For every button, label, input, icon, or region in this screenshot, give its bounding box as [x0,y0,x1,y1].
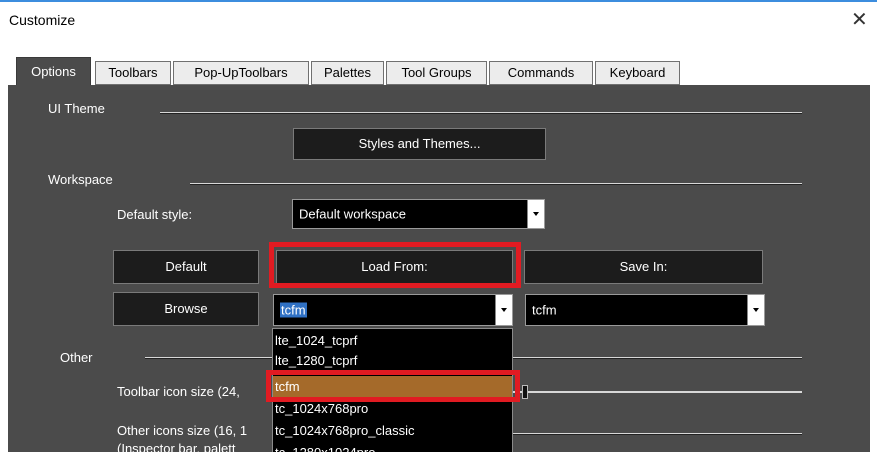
chevron-down-icon[interactable] [527,200,544,228]
title-bar: Customize ✕ [0,0,877,46]
list-item[interactable]: lte_1024_tcprf [275,333,357,348]
tab-popup-toolbars[interactable]: Pop-UpToolbars [173,61,309,85]
styles-and-themes-button[interactable]: Styles and Themes... [293,128,546,160]
tab-label: Commands [507,65,575,80]
other-divider-right [513,357,802,359]
tab-tool-groups[interactable]: Tool Groups [386,61,487,85]
ui-theme-divider [160,112,802,114]
load-from-highlight [269,242,521,288]
inspector-bar-label: (Inspector bar, palett [117,441,236,456]
close-icon[interactable]: ✕ [851,10,868,30]
slider-thumb[interactable] [522,385,528,399]
other-divider [145,357,272,359]
tab-options[interactable]: Options [16,57,91,86]
load-from-value: tcfm [280,302,307,318]
list-item[interactable]: tc_1024x768pro [275,401,368,416]
default-style-select[interactable]: Default workspace [292,199,545,229]
tab-label: Options [31,64,76,79]
default-button[interactable]: Default [113,250,259,284]
save-in-value: tcfm [532,302,557,318]
other-heading: Other [60,350,93,365]
save-in-button[interactable]: Save In: [524,250,763,284]
tcfm-highlight [266,370,520,402]
tab-commands[interactable]: Commands [489,61,593,85]
toolbar-icon-size-label: Toolbar icon size (24, [117,384,240,399]
chevron-down-icon[interactable] [495,295,512,325]
workspace-heading: Workspace [48,172,113,187]
tab-toolbars[interactable]: Toolbars [95,61,171,85]
tab-keyboard[interactable]: Keyboard [595,61,680,85]
tab-palettes[interactable]: Palettes [311,61,384,85]
workspace-divider [190,183,802,185]
tab-label: Toolbars [108,65,158,80]
save-in-select[interactable]: tcfm [525,294,765,326]
default-style-label: Default style: [117,207,193,222]
other-icons-size-label: Other icons size (16, 1 [117,423,248,438]
list-item[interactable]: tc_1280x1024pro [275,445,375,452]
toolbar-icon-size-slider[interactable] [513,391,802,393]
tab-label: Palettes [324,65,371,80]
tab-label: Pop-UpToolbars [194,65,288,80]
list-item[interactable]: tc_1024x768pro_classic [275,423,414,438]
ui-theme-heading: UI Theme [48,101,105,116]
window-title: Customize [9,12,76,28]
tab-label: Tool Groups [401,65,472,80]
chevron-down-icon[interactable] [747,295,764,325]
load-from-select[interactable]: tcfm [273,294,513,326]
load-from-value-wrap: tcfm [280,302,307,318]
default-style-value: Default workspace [299,206,406,222]
browse-button[interactable]: Browse [113,292,259,326]
tab-label: Keyboard [609,65,666,80]
list-item[interactable]: lte_1280_tcprf [275,353,357,368]
other-icons-divider [513,433,802,435]
